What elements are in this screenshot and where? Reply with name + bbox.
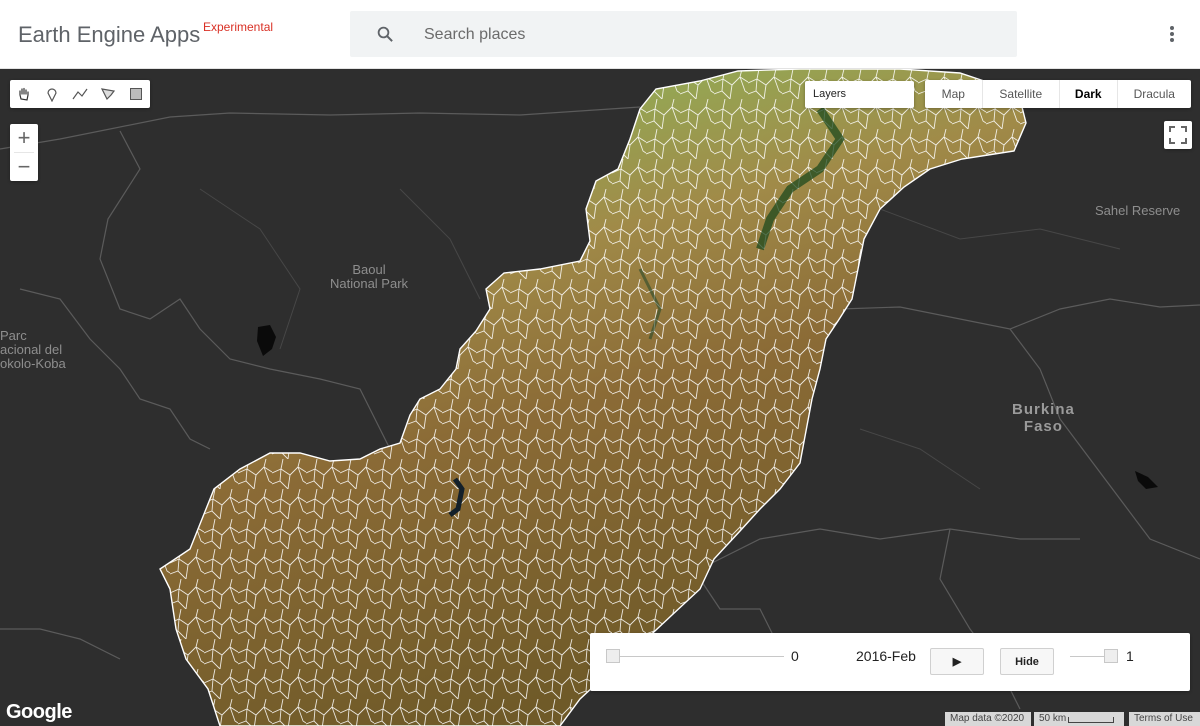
search-icon[interactable] [376, 25, 394, 43]
map-canvas[interactable]: Baoul National Park Parc acional del okolo-… [0, 69, 1200, 726]
polygon-icon[interactable] [94, 80, 122, 108]
frame-slider-track[interactable] [606, 656, 784, 657]
map-type-dracula[interactable]: Dracula [1118, 80, 1191, 108]
line-icon[interactable] [66, 80, 94, 108]
rectangle-icon[interactable] [122, 80, 150, 108]
terms-of-use-link[interactable]: Terms of Use [1129, 712, 1200, 726]
scale-label: 50 km [1039, 713, 1067, 724]
current-date-label: 2016-Feb [856, 648, 916, 664]
map-label-parc: Parc acional del okolo-Koba [0, 328, 66, 371]
map-label-sahel-reserve: Sahel Reserve [1095, 203, 1181, 218]
frame-slider-value: 0 [791, 648, 799, 664]
frame-slider-thumb[interactable] [606, 649, 620, 663]
opacity-value: 1 [1126, 648, 1134, 664]
app-header: Earth Engine Apps Experimental [0, 0, 1200, 69]
hide-button[interactable]: Hide [1000, 648, 1054, 675]
scale-bar-graphic [1068, 717, 1114, 723]
map-base-layer [0, 69, 1200, 726]
map-type-map[interactable]: Map [925, 80, 983, 108]
fullscreen-icon[interactable] [1164, 121, 1192, 149]
drawing-toolbar [10, 80, 150, 108]
map-label-baoul: Baoul National Park [330, 262, 409, 291]
map-type-dark[interactable]: Dark [1060, 80, 1118, 108]
layers-dropdown[interactable]: Layers [805, 81, 914, 108]
google-logo: Google [6, 701, 72, 723]
app-title: Earth Engine Apps [18, 22, 201, 47]
search-input[interactable] [422, 11, 1006, 59]
map-data-attribution[interactable]: Map data ©2020 [945, 712, 1031, 726]
map-type-satellite[interactable]: Satellite [983, 80, 1060, 108]
map-type-control: Map Satellite Dark Dracula [925, 80, 1191, 108]
point-marker-icon[interactable] [38, 80, 66, 108]
zoom-out-button[interactable]: − [10, 153, 38, 181]
experimental-badge: Experimental [203, 20, 274, 34]
timeline-panel: 0 2016-Feb ▶ Hide 1 [590, 633, 1190, 691]
pan-hand-icon[interactable] [10, 80, 38, 108]
play-button[interactable]: ▶ [930, 648, 984, 675]
more-vert-icon[interactable] [1162, 24, 1182, 46]
zoom-in-button[interactable]: + [10, 124, 38, 152]
map-label-burkina-faso: Burkina Faso [1012, 401, 1075, 435]
zoom-control: + − [10, 124, 38, 181]
opacity-slider-thumb[interactable] [1104, 649, 1118, 663]
search-bar[interactable] [350, 11, 1017, 59]
